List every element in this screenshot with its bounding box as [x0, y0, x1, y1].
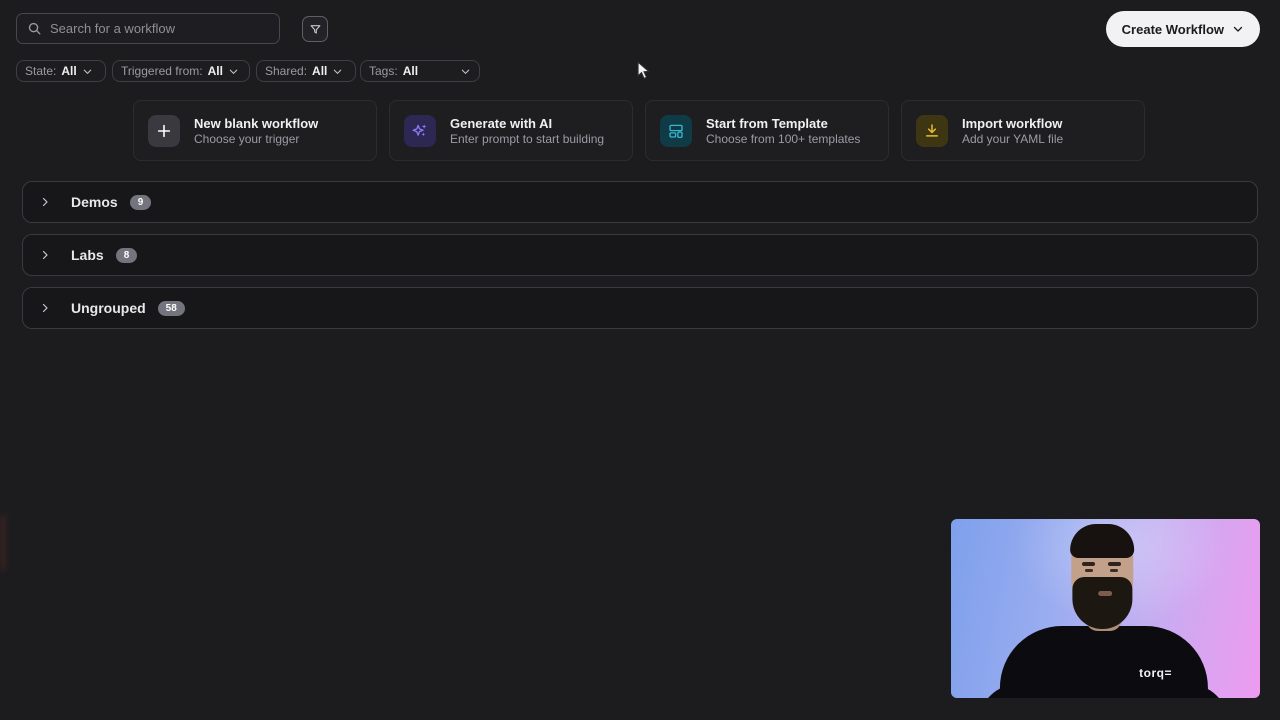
create-workflow-button[interactable]: Create Workflow [1106, 11, 1260, 47]
mouse-cursor [637, 61, 653, 81]
presenter-eyebrow [1108, 562, 1121, 566]
sparkles-icon [404, 115, 436, 147]
presenter-mouth [1098, 591, 1112, 596]
group-row-labs[interactable]: Labs 8 [22, 234, 1258, 276]
chevron-down-icon [1232, 23, 1244, 35]
chevron-down-icon [228, 66, 239, 77]
filter-state-label: State: [25, 64, 56, 78]
import-workflow-card[interactable]: Import workflow Add your YAML file [901, 100, 1145, 161]
chevron-down-icon [82, 66, 93, 77]
search-input[interactable] [50, 21, 269, 36]
generate-with-ai-card[interactable]: Generate with AI Enter prompt to start b… [389, 100, 633, 161]
card-subtitle: Choose your trigger [194, 132, 318, 147]
card-title: Generate with AI [450, 115, 604, 132]
presenter-eyebrow [1082, 562, 1095, 566]
group-row-demos[interactable]: Demos 9 [22, 181, 1258, 223]
group-name: Ungrouped [71, 300, 146, 316]
shirt-logo: torq= [1139, 666, 1172, 680]
filter-shared-value: All [312, 64, 327, 78]
card-title: Start from Template [706, 115, 860, 132]
group-count-badge: 58 [158, 301, 185, 316]
presenter-eye [1085, 569, 1093, 572]
create-workflow-label: Create Workflow [1122, 22, 1224, 37]
presenter-eye [1110, 569, 1118, 572]
chevron-down-icon [332, 66, 343, 77]
filter-shared-label: Shared: [265, 64, 307, 78]
start-from-template-card[interactable]: Start from Template Choose from 100+ tem… [645, 100, 889, 161]
filter-triggered-from[interactable]: Triggered from: All [112, 60, 250, 82]
new-blank-workflow-card[interactable]: New blank workflow Choose your trigger [133, 100, 377, 161]
presenter-torso [999, 626, 1207, 698]
edge-smudge [0, 515, 6, 570]
card-title: Import workflow [962, 115, 1063, 132]
workflow-search[interactable] [16, 13, 280, 44]
card-subtitle: Enter prompt to start building [450, 132, 604, 147]
card-subtitle: Add your YAML file [962, 132, 1063, 147]
group-name: Demos [71, 194, 118, 210]
funnel-icon [309, 23, 322, 36]
download-icon [916, 115, 948, 147]
group-count-badge: 9 [130, 195, 152, 210]
filter-state[interactable]: State: All [16, 60, 106, 82]
chevron-right-icon[interactable] [39, 302, 51, 314]
template-icon [660, 115, 692, 147]
filter-tags-value: All [403, 64, 418, 78]
chevron-right-icon[interactable] [39, 196, 51, 208]
group-count-badge: 8 [116, 248, 138, 263]
filter-shared[interactable]: Shared: All [256, 60, 356, 82]
filter-tags-label: Tags: [369, 64, 398, 78]
search-icon [27, 21, 42, 36]
card-title: New blank workflow [194, 115, 318, 132]
filter-triggered-value: All [208, 64, 223, 78]
filter-state-value: All [61, 64, 76, 78]
group-row-ungrouped[interactable]: Ungrouped 58 [22, 287, 1258, 329]
presenter-hair [1070, 524, 1134, 558]
presenter-video-overlay: torq= [951, 519, 1260, 698]
filter-button[interactable] [302, 16, 328, 42]
chevron-right-icon[interactable] [39, 249, 51, 261]
filter-tags[interactable]: Tags: All [360, 60, 480, 82]
plus-icon [148, 115, 180, 147]
chevron-down-icon [460, 66, 471, 77]
group-name: Labs [71, 247, 104, 263]
card-subtitle: Choose from 100+ templates [706, 132, 860, 147]
filter-triggered-label: Triggered from: [121, 64, 203, 78]
